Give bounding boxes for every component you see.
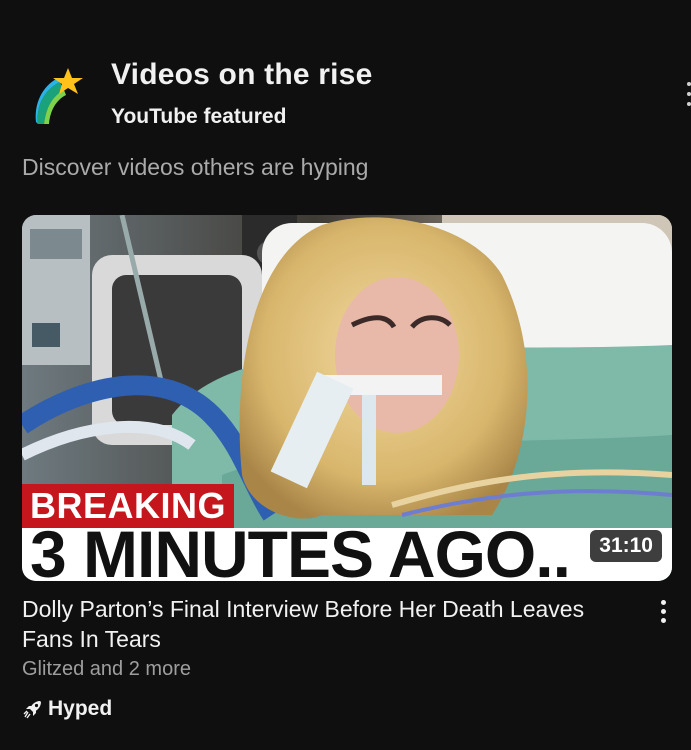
- video-title[interactable]: Dolly Parton’s Final Interview Before He…: [22, 594, 612, 654]
- shelf-header: Videos on the rise YouTube featured: [0, 0, 691, 150]
- hype-rocket-icon: [23, 701, 41, 719]
- hyped-badge: Hyped: [22, 696, 112, 722]
- shelf-title: Videos on the rise: [111, 58, 373, 91]
- thumbnail-headline: 3 MINUTES AGO..: [30, 517, 571, 581]
- duration-badge: 31:10: [590, 530, 662, 562]
- more-vert-icon[interactable]: [653, 600, 673, 628]
- shelf-subtitle: YouTube featured: [111, 105, 287, 128]
- shooting-star-icon: [35, 68, 83, 124]
- shelf-overflow-icon[interactable]: [687, 82, 691, 112]
- hyped-label: Hyped: [48, 697, 113, 720]
- video-thumbnail[interactable]: BREAKING 3 MINUTES AGO.. 31:10: [22, 215, 672, 581]
- channel-name[interactable]: Glitzed and 2 more: [22, 658, 191, 681]
- shelf-description: Discover videos others are hyping: [22, 154, 369, 180]
